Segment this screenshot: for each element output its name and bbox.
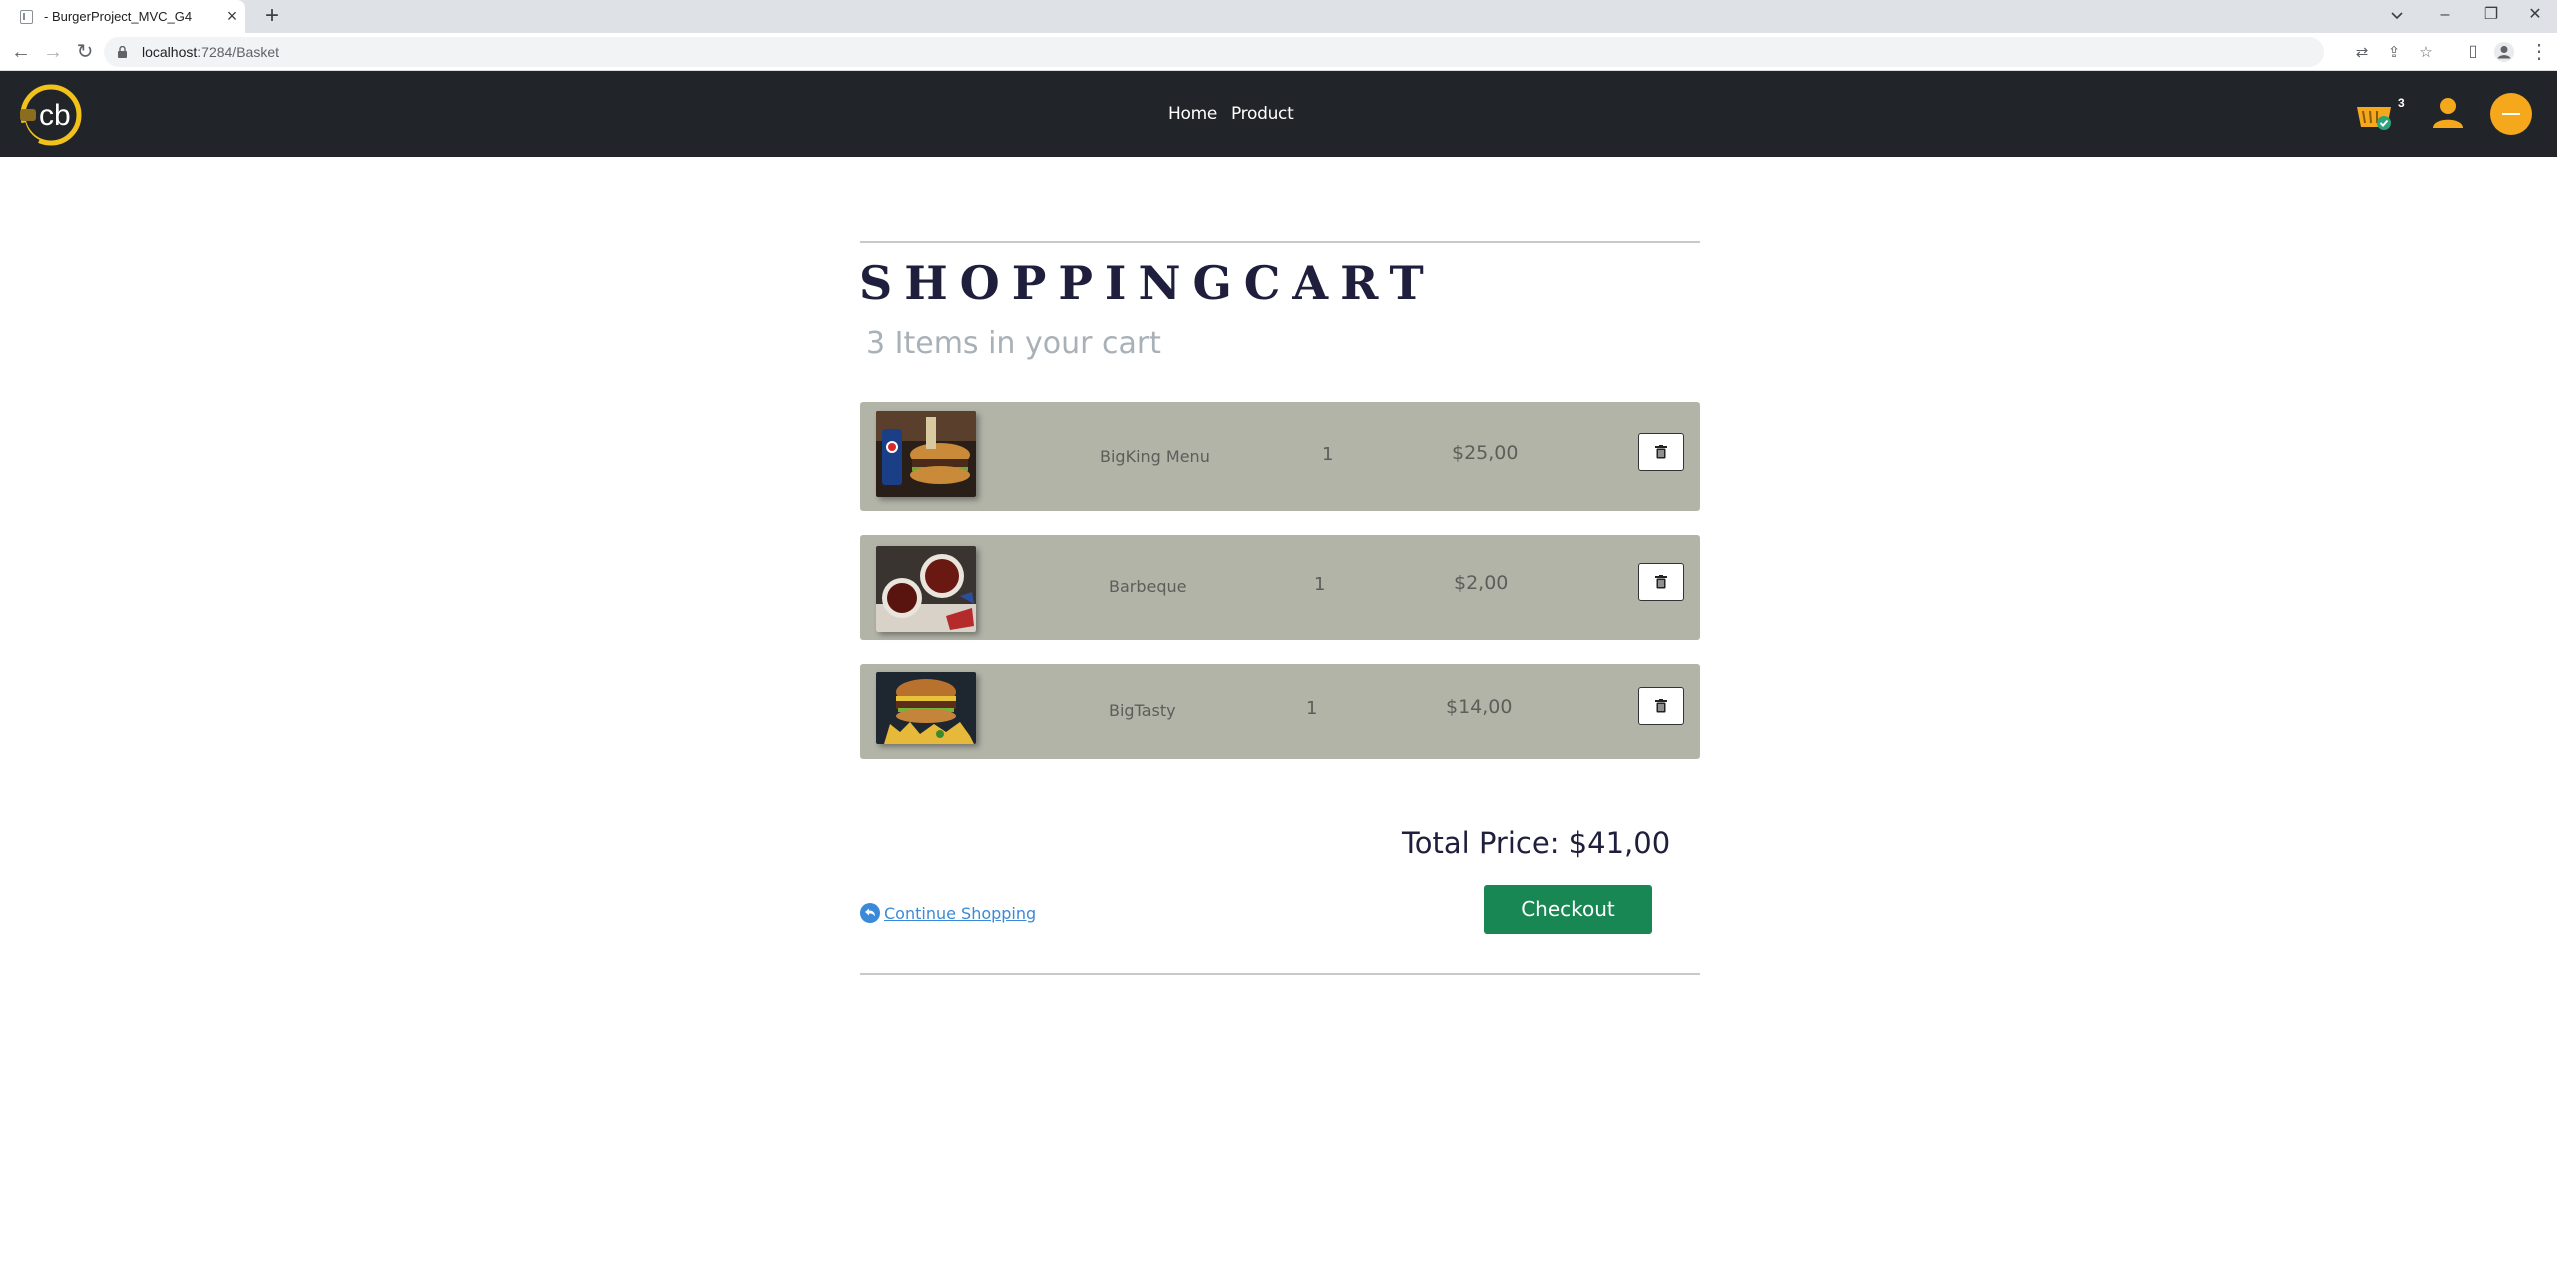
item-quantity: 1 [1322, 444, 1334, 465]
tab-close-icon[interactable]: × [222, 5, 242, 27]
cart-count-badge: 3 [2398, 96, 2405, 110]
cart-item-row: BigKing Menu 1 $25,00 [860, 402, 1700, 511]
item-price: $2,00 [1454, 572, 1509, 594]
remove-item-button[interactable] [1638, 687, 1684, 725]
shopping-cart-icon[interactable] [2355, 101, 2395, 133]
page-favicon-icon [20, 10, 33, 24]
logo-text: cb [39, 99, 71, 132]
checkout-button[interactable]: Checkout [1484, 885, 1652, 934]
user-account-icon[interactable] [2430, 95, 2466, 131]
url-host: localhost [142, 44, 198, 60]
trash-icon [1655, 699, 1667, 713]
nav-link-product[interactable]: Product [1231, 104, 1294, 124]
cart-item-row: Barbeque 1 $2,00 [860, 535, 1700, 640]
bottom-divider [860, 973, 1700, 975]
minimize-button[interactable]: – [2422, 0, 2468, 30]
browser-toolbar: ← → ↻ localhost:7284/Basket ⇄ ⇪ ☆ ▯ ⋮ [0, 33, 2557, 71]
trash-icon [1655, 445, 1667, 459]
tab-title: - BurgerProject_MVC_G4 [44, 9, 193, 24]
continue-shopping-link[interactable]: Continue Shopping [860, 903, 1036, 923]
new-tab-button[interactable]: + [258, 2, 286, 30]
back-arrow-circle-icon [860, 903, 880, 923]
product-image [876, 411, 976, 497]
item-quantity: 1 [1314, 574, 1326, 595]
forward-arrow-icon[interactable]: → [40, 39, 66, 65]
browser-menu-icon[interactable]: ⋮ [2526, 39, 2552, 65]
item-name: BigKing Menu [1100, 447, 1210, 466]
product-image [876, 672, 976, 744]
address-bar[interactable]: localhost:7284/Basket ⇄ ⇪ ☆ [104, 37, 2433, 67]
top-divider [860, 241, 1700, 243]
close-window-button[interactable]: ✕ [2512, 0, 2557, 30]
trash-icon [1655, 575, 1667, 589]
tab-search-icon[interactable] [2385, 6, 2409, 26]
side-panel-icon[interactable]: ▯ [2460, 39, 2486, 65]
share-icon[interactable]: ⇪ [2384, 43, 2404, 63]
item-price: $25,00 [1452, 442, 1519, 464]
item-quantity: 1 [1306, 698, 1318, 719]
item-name: Barbeque [1109, 577, 1187, 596]
profile-icon[interactable] [2493, 41, 2515, 63]
main-menu: Home Product [1168, 104, 1294, 124]
nav-link-home[interactable]: Home [1168, 104, 1217, 124]
cart-item-row: BigTasty 1 $14,00 [860, 664, 1700, 759]
site-navbar: cb Home Product 3 [0, 71, 2557, 157]
url-text: localhost:7284/Basket [142, 44, 279, 60]
restore-button[interactable]: ❐ [2468, 0, 2514, 30]
lock-icon [118, 46, 127, 58]
browser-tab[interactable]: - BurgerProject_MVC_G4 × [0, 0, 245, 33]
reload-icon[interactable]: ↻ [72, 39, 98, 65]
url-path: :7284/Basket [197, 44, 279, 60]
translate-icon[interactable]: ⇄ [2352, 43, 2372, 63]
total-price: Total Price: $41,00 [1402, 826, 1671, 860]
back-arrow-icon[interactable]: ← [8, 39, 34, 65]
continue-shopping-label: Continue Shopping [884, 903, 1037, 923]
browser-tab-strip: - BurgerProject_MVC_G4 × + – ❐ ✕ [0, 0, 2557, 33]
remove-item-button[interactable] [1638, 433, 1684, 471]
product-image [876, 546, 976, 632]
cart-item-count: 3 Items in your cart [866, 326, 1161, 361]
remove-item-button[interactable] [1638, 563, 1684, 601]
site-logo[interactable]: cb [18, 83, 84, 147]
hamburger-menu-button[interactable] [2490, 93, 2532, 135]
bookmark-star-icon[interactable]: ☆ [2416, 43, 2436, 63]
page-title: SHOPPINGCART [859, 256, 1436, 310]
item-name: BigTasty [1109, 701, 1176, 720]
item-price: $14,00 [1446, 696, 1513, 718]
